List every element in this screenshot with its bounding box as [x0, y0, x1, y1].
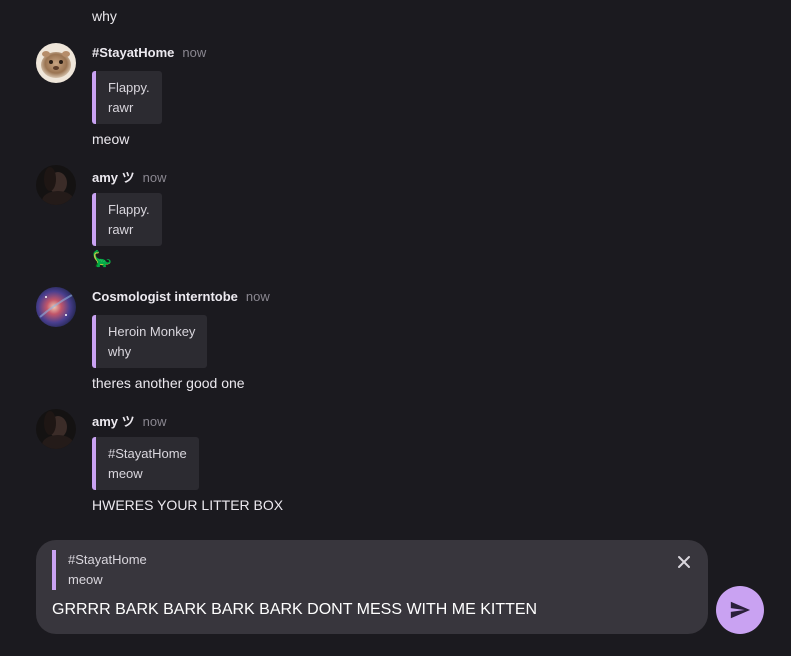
dark-portrait-avatar[interactable]	[36, 165, 76, 205]
close-icon	[678, 556, 690, 568]
message-text: HWERES YOUR LITTER BOX	[92, 497, 284, 513]
send-icon	[730, 601, 751, 619]
message-text: theres another good one	[92, 375, 245, 391]
dark-portrait-avatar[interactable]	[36, 409, 76, 449]
reply-author: Heroin Monkey	[108, 324, 196, 339]
message-header: amy ツ now	[92, 167, 167, 185]
reply-quote[interactable]: Flappy. rawr	[92, 71, 162, 124]
composer-reply-preview: #StayatHome meow	[52, 550, 147, 590]
composer-reply-author: #StayatHome	[68, 552, 147, 567]
timestamp: now	[142, 414, 167, 429]
reply-text: meow	[108, 466, 143, 481]
message-list: why #StayatHome now Flappy. rawr meow am…	[0, 0, 791, 530]
timestamp: now	[182, 45, 207, 60]
message-header: #StayatHome now	[92, 45, 206, 63]
reply-author: #StayatHome	[108, 446, 187, 461]
message-text-emoji: 🦕	[92, 251, 112, 268]
cancel-reply-button[interactable]	[674, 552, 694, 572]
reply-text: rawr	[108, 100, 134, 115]
author-name[interactable]: amy ツ	[92, 411, 135, 430]
composer-reply-text: meow	[68, 572, 103, 587]
message-text: meow	[92, 131, 130, 147]
reply-quote[interactable]: Flappy. rawr	[92, 193, 162, 246]
timestamp: now	[142, 170, 167, 185]
hamster-avatar[interactable]	[36, 43, 76, 83]
reply-text: why	[108, 344, 132, 359]
message-input[interactable]	[52, 598, 692, 622]
author-name[interactable]: #StayatHome	[92, 45, 174, 60]
reply-text: rawr	[108, 222, 134, 237]
message-header: amy ツ now	[92, 411, 167, 429]
message-composer: #StayatHome meow	[36, 540, 708, 634]
send-button[interactable]	[716, 586, 764, 634]
message-header: Cosmologist interntobe now	[92, 289, 270, 307]
reply-quote[interactable]: #StayatHome meow	[92, 437, 199, 490]
reply-quote[interactable]: Heroin Monkey why	[92, 315, 208, 368]
reply-author: Flappy.	[108, 202, 150, 217]
author-name[interactable]: Cosmologist interntobe	[92, 289, 238, 304]
nebula-avatar[interactable]	[36, 287, 76, 327]
author-name[interactable]: amy ツ	[92, 167, 135, 186]
timestamp: now	[245, 289, 270, 304]
reply-author: Flappy.	[108, 80, 150, 95]
message-text-continuation: why	[92, 8, 117, 24]
